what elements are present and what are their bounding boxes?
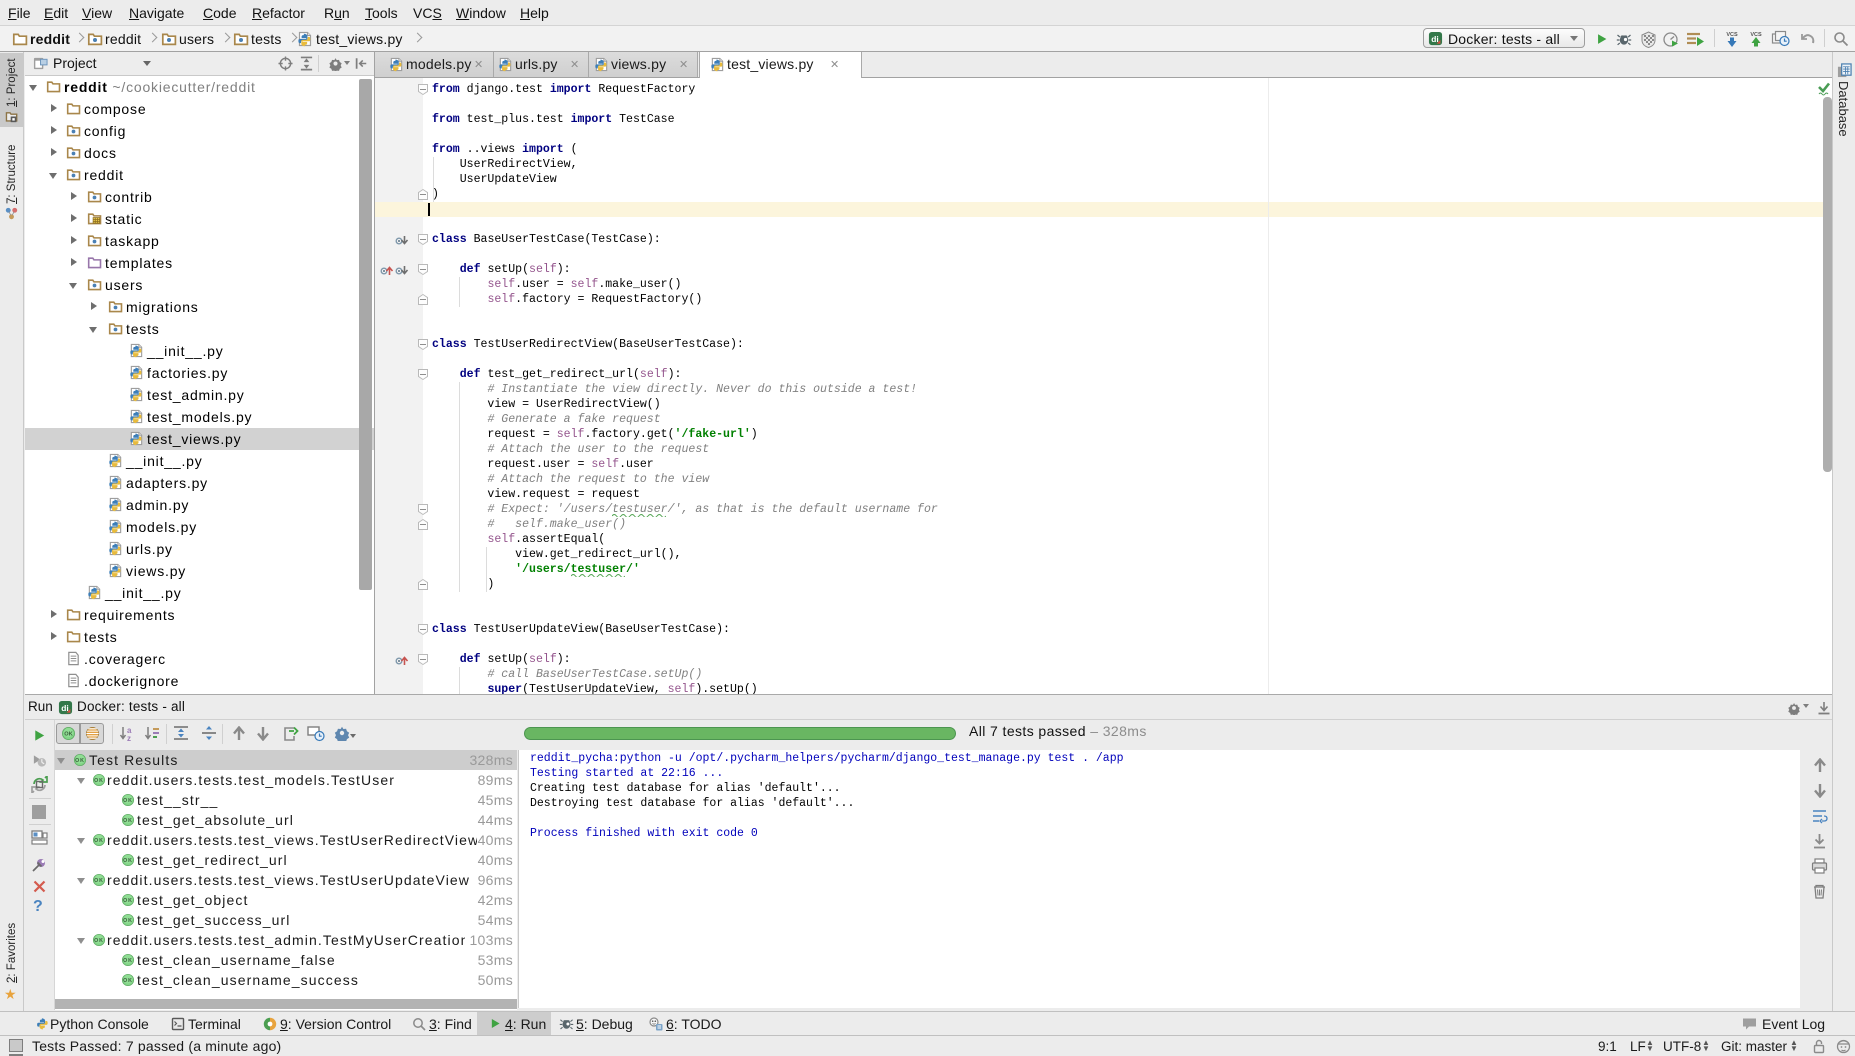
svg-text:VCS: VCS bbox=[1750, 32, 1762, 38]
svg-text:VCS: VCS bbox=[1726, 32, 1738, 38]
svg-text:z: z bbox=[127, 734, 131, 742]
